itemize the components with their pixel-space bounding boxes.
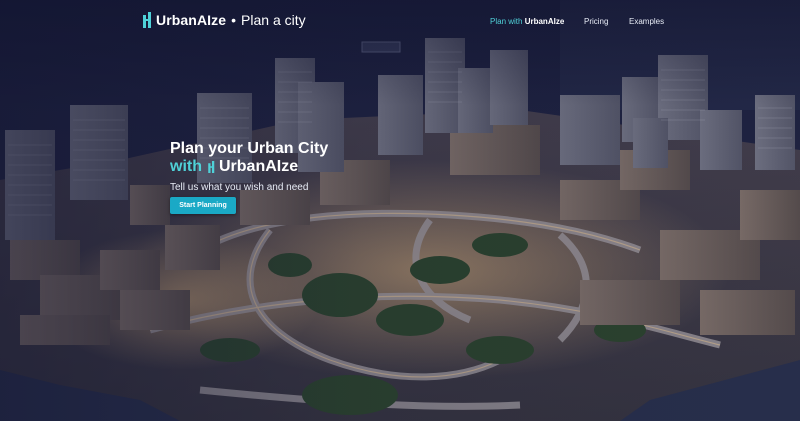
hero-section: Plan your Urban City with UrbanAIze Tell… [170, 140, 328, 193]
brand-logo-link[interactable]: UrbanAIze • Plan a city [143, 12, 306, 28]
start-planning-button[interactable]: Start Planning [170, 197, 236, 214]
urbanaize-logo-icon [208, 161, 215, 173]
urbanaize-logo-icon [143, 12, 151, 28]
brand-name: UrbanAIze [156, 12, 227, 28]
hero-title-brand: UrbanAIze [219, 158, 299, 175]
nav-pricing[interactable]: Pricing [584, 17, 608, 26]
hero-subtitle: Tell us what you wish and need [170, 182, 309, 193]
brand-separator: • [231, 12, 237, 28]
nav-examples[interactable]: Examples [629, 17, 664, 26]
hero-title-with: with [170, 158, 202, 175]
nav-plan-with-urbanaize[interactable]: Plan with UrbanAIze [490, 17, 564, 26]
top-navigation-bar: UrbanAIze • Plan a city Plan with UrbanA… [0, 0, 800, 44]
hero-title-brand-line: with UrbanAIze [170, 158, 328, 176]
brand-tagline: Plan a city [241, 12, 306, 28]
hero-background-city-image [0, 0, 800, 421]
hero-title: Plan your Urban City [170, 140, 329, 157]
